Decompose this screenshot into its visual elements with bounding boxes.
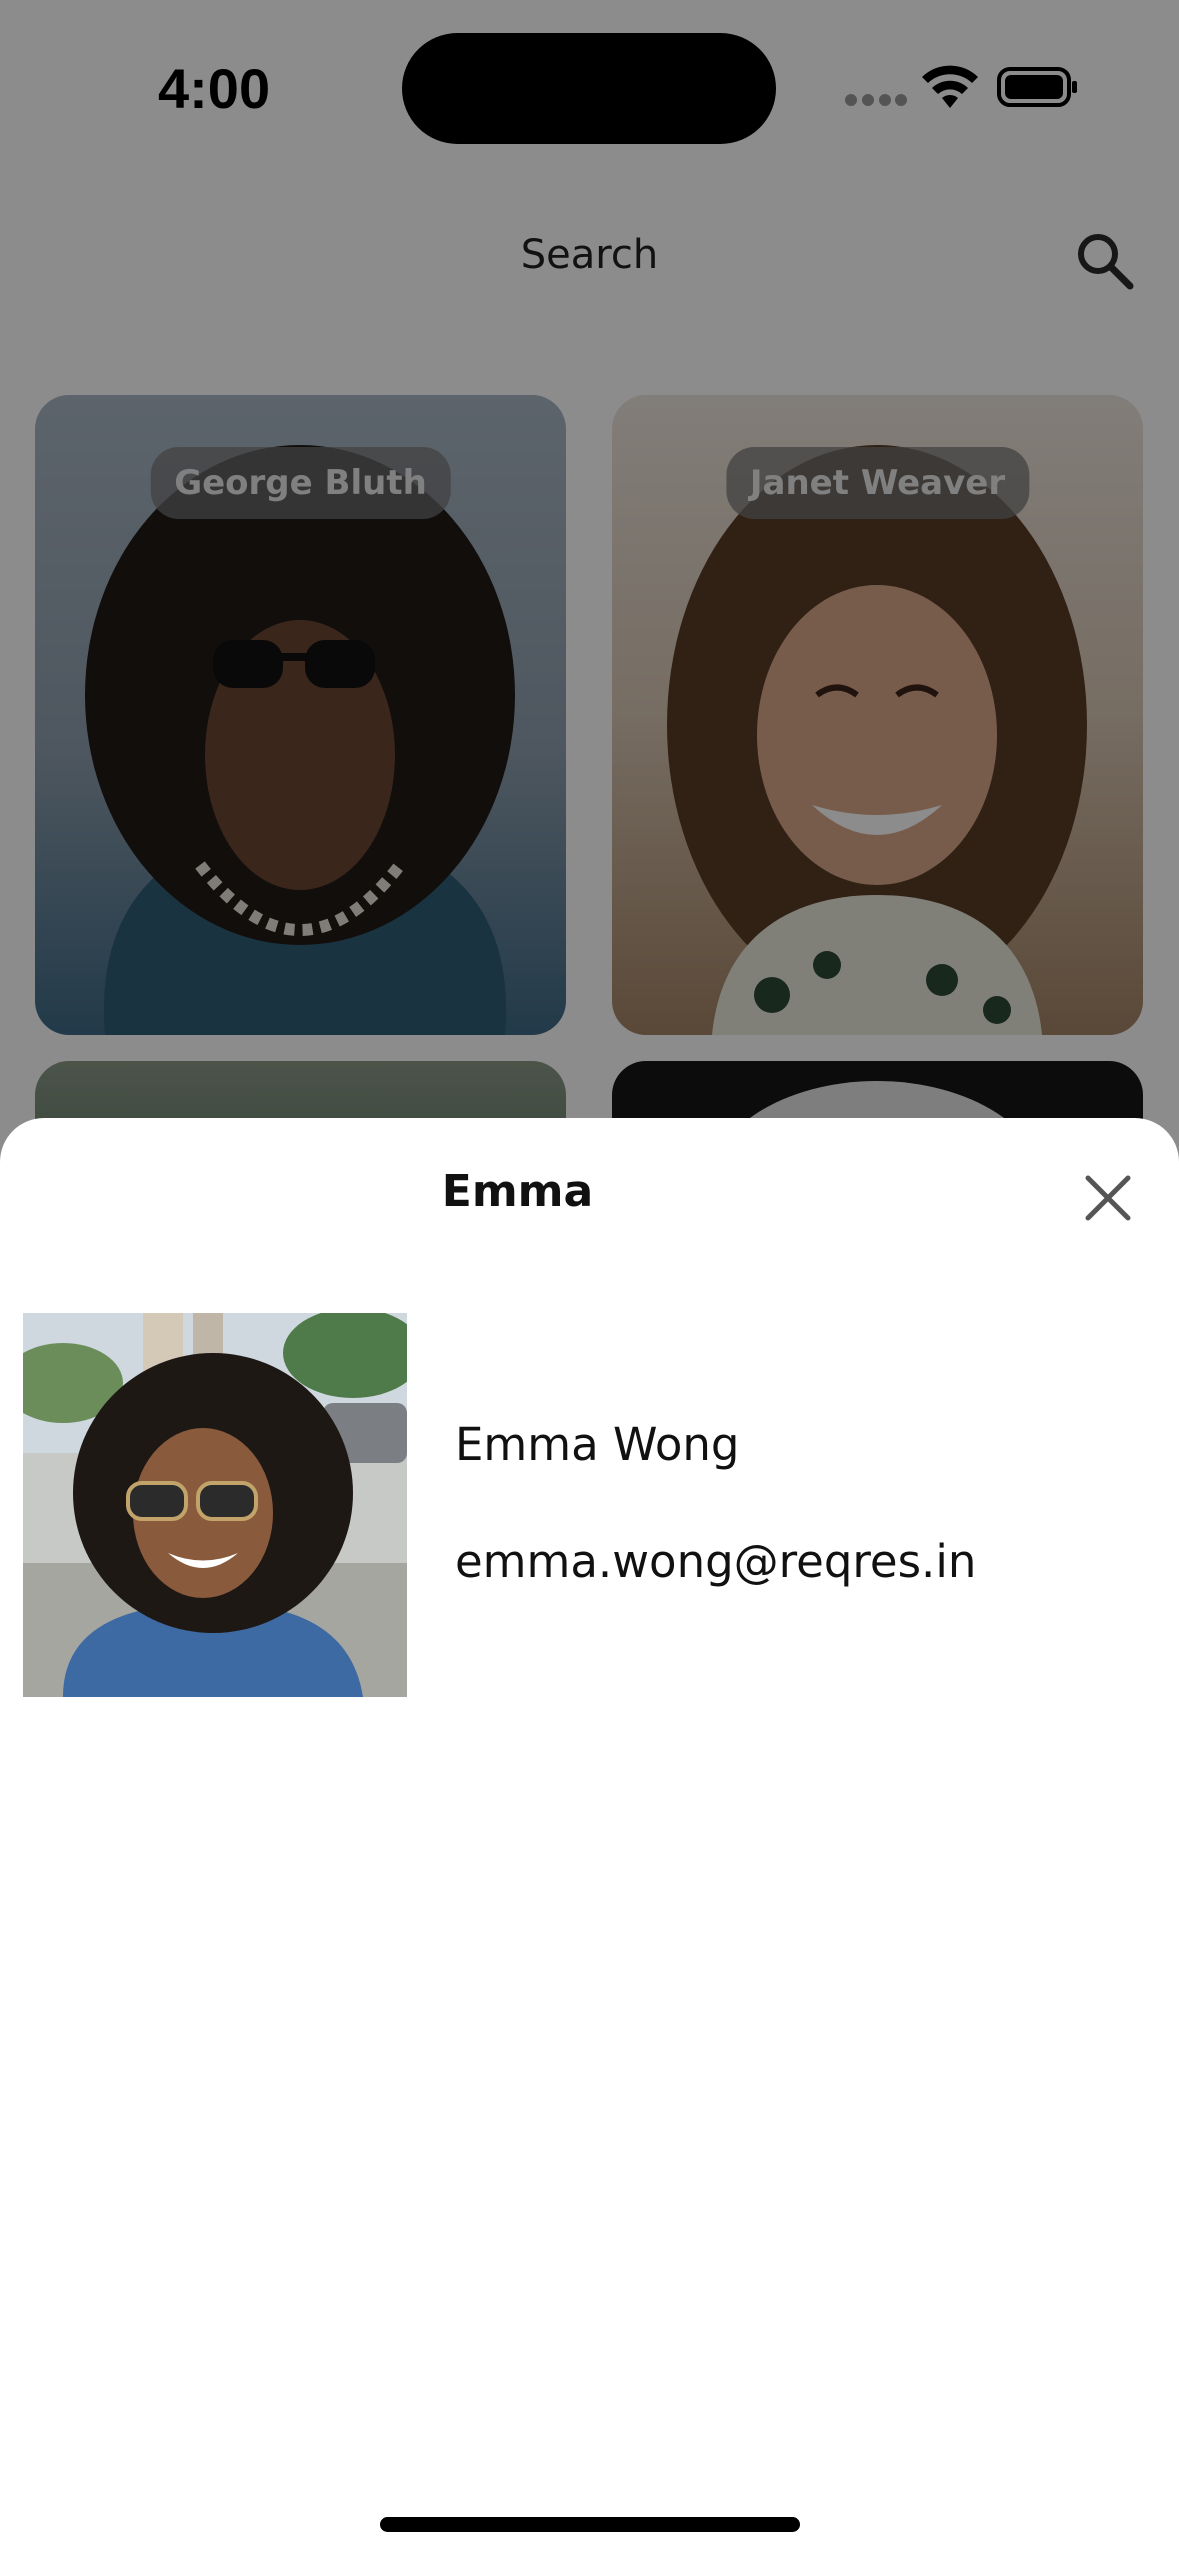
avatar [23, 1313, 407, 1697]
user-email: emma.wong@reqres.in [455, 1535, 977, 1588]
user-full-name: Emma Wong [455, 1418, 740, 1471]
sheet-title: Emma [441, 1166, 594, 1217]
app-screen: 4:00 Search George Bluth Janet Weaver Em… [0, 0, 1179, 2556]
close-icon[interactable] [1080, 1170, 1136, 1226]
home-indicator[interactable] [380, 2517, 800, 2532]
user-detail-sheet: Emma Emma Wong emma.wong@reqres.in [0, 1118, 1179, 2556]
